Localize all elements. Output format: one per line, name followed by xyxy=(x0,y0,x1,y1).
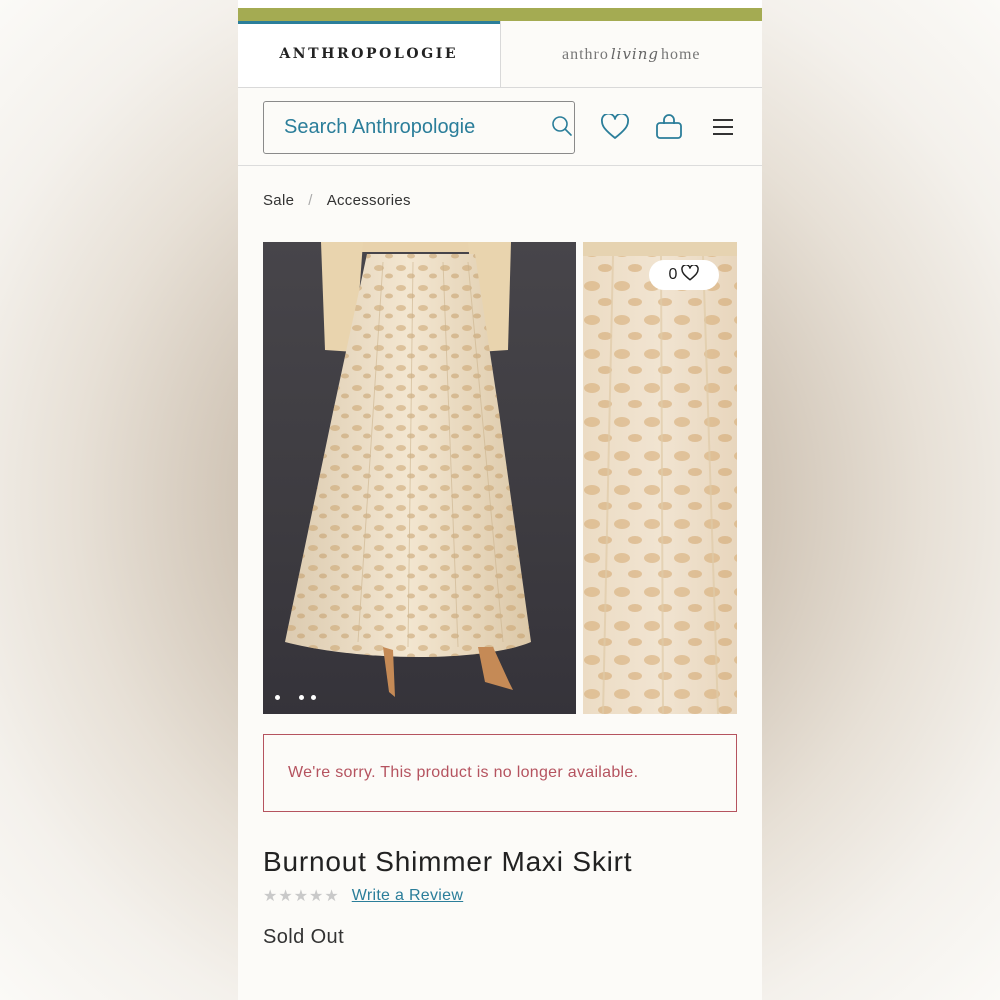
fabric-closeup-photo xyxy=(583,242,737,714)
logo-word-anthro: anthro xyxy=(561,45,609,63)
favorite-count: 0 xyxy=(668,266,678,283)
pagination-dot[interactable] xyxy=(299,695,304,700)
status-strip xyxy=(238,0,762,8)
notice-message: We're sorry. This product is no longer a… xyxy=(288,764,639,781)
search-box xyxy=(263,101,575,154)
wishlist-heart-icon[interactable] xyxy=(600,112,630,142)
pagination-dot[interactable] xyxy=(275,695,280,700)
unavailable-notice: We're sorry. This product is no longer a… xyxy=(263,734,737,812)
search-input[interactable] xyxy=(282,115,551,140)
brand-tabs: ANTHROPOLOGIE anthro living home xyxy=(238,21,762,88)
product-image-main[interactable] xyxy=(263,242,576,714)
breadcrumb-separator: / xyxy=(308,192,313,209)
breadcrumb: Sale / Accessories xyxy=(263,192,411,209)
shopping-bag-icon[interactable] xyxy=(654,112,684,142)
breadcrumb-accessories[interactable]: Accessories xyxy=(327,192,411,209)
write-review-link[interactable]: Write a Review xyxy=(352,887,464,905)
heart-icon xyxy=(681,263,700,286)
product-image-detail[interactable]: 0 xyxy=(583,242,737,714)
logo-word-home: home xyxy=(660,45,701,63)
menu-hamburger-icon[interactable] xyxy=(708,112,738,142)
anthropologie-logo: ANTHROPOLOGIE xyxy=(279,46,459,62)
mobile-page: ANTHROPOLOGIE anthrolivinghome Sale / Acce… xyxy=(238,0,762,1000)
favorite-count-pill[interactable]: 0 xyxy=(649,260,719,290)
tab-anthropologie[interactable]: ANTHROPOLOGIE xyxy=(238,21,500,87)
skirt-back-photo xyxy=(285,242,531,697)
rating-stars: ★★★★★ xyxy=(263,886,340,905)
brand-accent-bar xyxy=(238,8,762,21)
rating-row: ★★★★★ Write a Review xyxy=(263,886,463,905)
stock-status: Sold Out xyxy=(263,926,345,948)
tab-anthro-living-home[interactable]: anthro living home xyxy=(499,21,763,87)
product-title: Burnout Shimmer Maxi Skirt xyxy=(263,846,633,877)
search-icon[interactable] xyxy=(551,115,573,141)
breadcrumb-sale[interactable]: Sale xyxy=(263,192,294,209)
logo-word-living: living xyxy=(610,44,659,63)
site-header xyxy=(238,88,762,166)
pagination-dot[interactable] xyxy=(311,695,316,700)
anthroliving-logo: anthro living home xyxy=(562,45,701,64)
